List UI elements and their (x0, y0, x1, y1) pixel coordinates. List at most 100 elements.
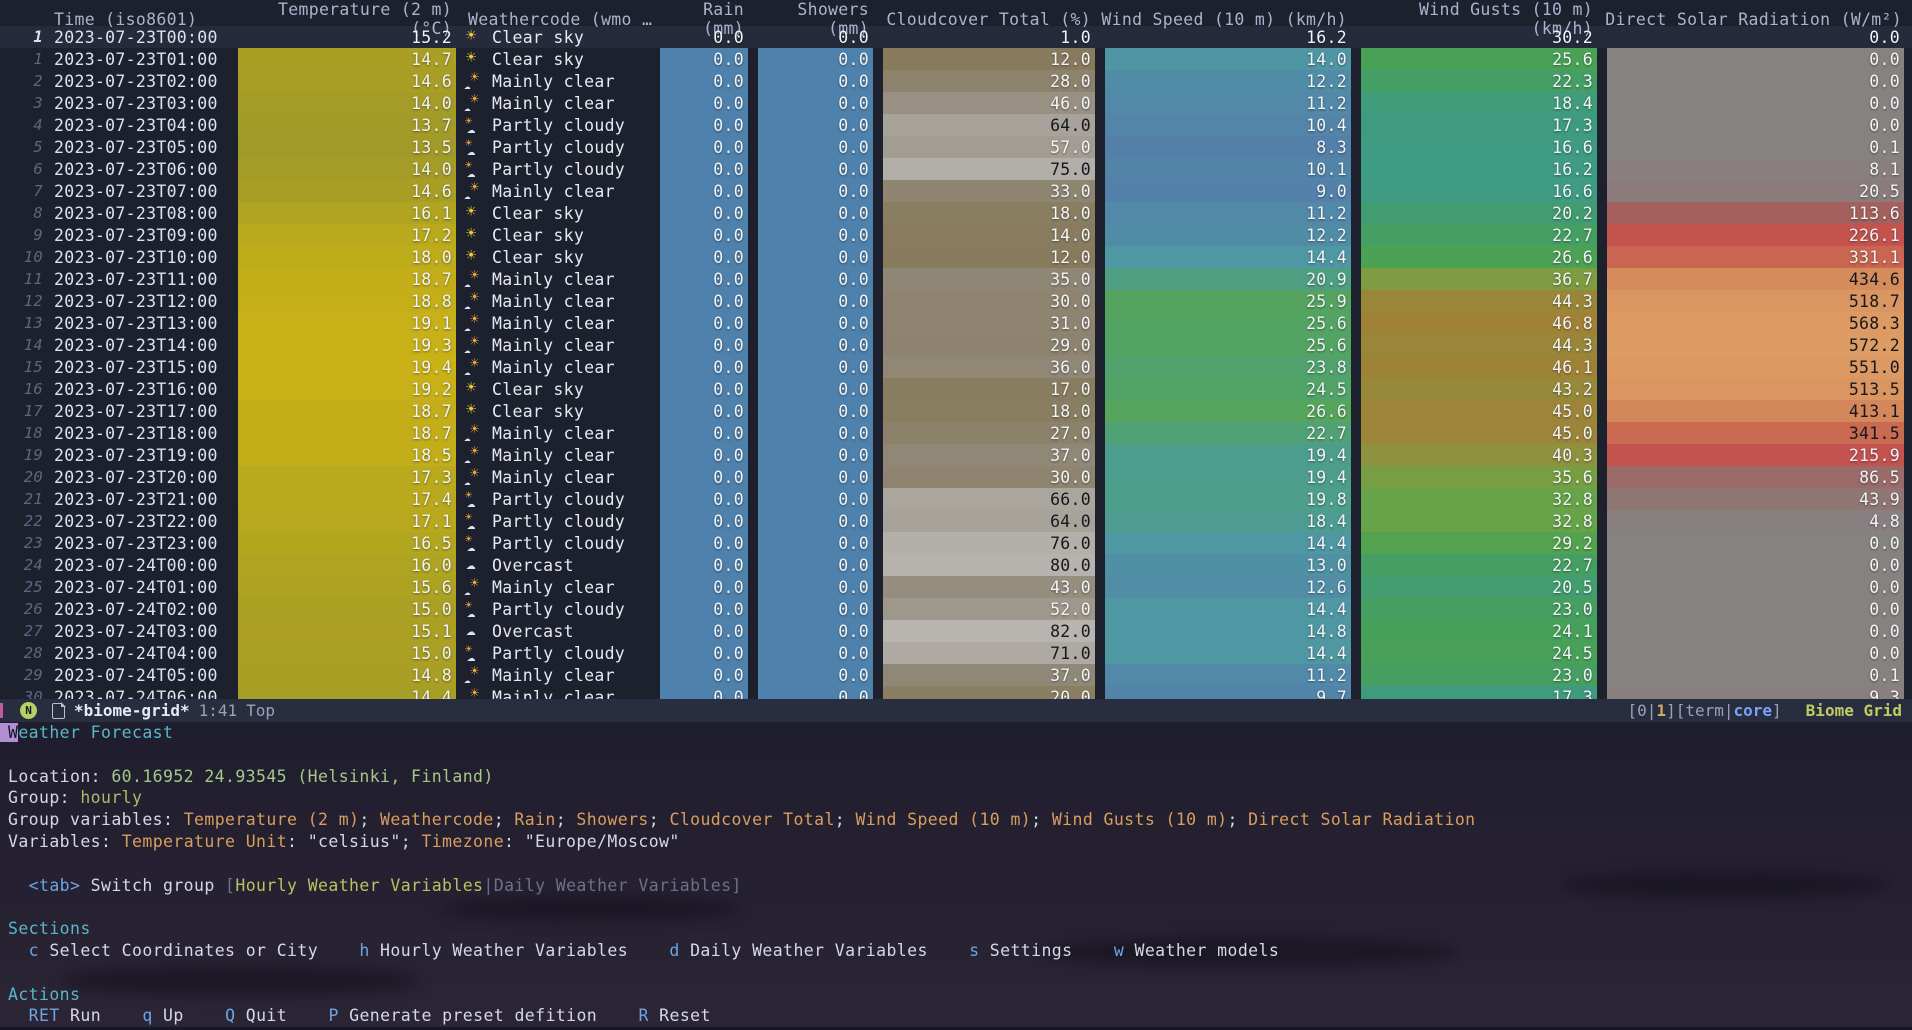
cell-temperature: 15.2 (234, 26, 462, 48)
buffer-title: eather Forecast (18, 723, 173, 742)
table-row[interactable]: 282023-07-24T04:0015.0☀☁Partly cloudy0.0… (0, 642, 1912, 664)
key-c[interactable]: c (29, 941, 39, 960)
action-up[interactable]: Up (153, 1006, 184, 1025)
table-row[interactable]: 212023-07-23T21:0017.4☀☁Partly cloudy0.0… (0, 488, 1912, 510)
key-w[interactable]: w (1114, 941, 1124, 960)
cell-showers: 0.0 (754, 312, 879, 334)
line-number: 8 (0, 202, 48, 224)
table-row[interactable]: 142023-07-23T14:0019.3☀☁Mainly clear0.00… (0, 334, 1912, 356)
line-number: 16 (0, 378, 48, 400)
cell-weathercode: ☀☁Mainly clear (462, 92, 656, 114)
table-row[interactable]: 242023-07-24T00:0016.0☁Overcast0.00.080.… (0, 554, 1912, 576)
cell-weathercode: ☀☁Mainly clear (462, 664, 656, 686)
action-quit[interactable]: Quit (235, 1006, 287, 1025)
section-daily-weather-variables[interactable]: Daily Weather Variables (680, 941, 928, 960)
key-h[interactable]: h (359, 941, 369, 960)
table-row[interactable]: 102023-07-23T10:0018.0☀Clear sky0.00.012… (0, 246, 1912, 268)
table-row[interactable]: 252023-07-24T01:0015.6☀☁Mainly clear0.00… (0, 576, 1912, 598)
action-generate-preset-defition[interactable]: Generate preset defition (339, 1006, 597, 1025)
weathercode-label: Clear sky (492, 226, 584, 245)
cell-temperature: 18.7 (234, 400, 462, 422)
key-shift-q[interactable]: Q (225, 1006, 235, 1025)
table-row[interactable]: 182023-07-23T18:0018.7☀☁Mainly clear0.00… (0, 422, 1912, 444)
cell-solar: 513.5 (1603, 378, 1912, 400)
tab-hourly-weather-variables[interactable]: Hourly Weather Variables (235, 876, 483, 895)
key-r[interactable]: R (638, 1006, 648, 1025)
table-row[interactable]: 92023-07-23T09:0017.2☀Clear sky0.00.014.… (0, 224, 1912, 246)
key-ret[interactable]: RET (29, 1006, 60, 1025)
partly-cloudy-icon: ☀☁ (464, 488, 488, 510)
cell-rain: 0.0 (656, 158, 754, 180)
cell-wind-gusts: 20.2 (1357, 202, 1603, 224)
table-row[interactable]: 12023-07-23T00:0015.2☀Clear sky0.00.01.0… (0, 26, 1912, 48)
cell-temperature: 18.7 (234, 422, 462, 444)
table-row[interactable]: 292023-07-24T05:0014.8☀☁Mainly clear0.00… (0, 664, 1912, 686)
cell-showers: 0.0 (754, 114, 879, 136)
table-row[interactable]: 172023-07-23T17:0018.7☀Clear sky0.00.018… (0, 400, 1912, 422)
scroll-position: Top (246, 701, 275, 720)
cell-time: 2023-07-24T02:00 (48, 598, 234, 620)
cell-wind-speed: 11.2 (1101, 202, 1357, 224)
mainly-clear-icon: ☀☁ (464, 290, 488, 312)
cell-showers: 0.0 (754, 356, 879, 378)
table-row[interactable]: 22023-07-23T02:0014.6☀☁Mainly clear0.00.… (0, 70, 1912, 92)
cell-solar: 568.3 (1603, 312, 1912, 334)
cell-temperature: 14.8 (234, 664, 462, 686)
line-number: 2 (0, 70, 48, 92)
buffer-line: RET Run q Up Q Quit P Generate preset de… (0, 1005, 1912, 1027)
tab-daily-weather-variables[interactable]: Daily Weather Variables (494, 876, 732, 895)
cell-weathercode: ☀☁Mainly clear (462, 686, 656, 699)
cell-wind-gusts: 23.0 (1357, 664, 1603, 686)
table-row[interactable]: 262023-07-24T02:0015.0☀☁Partly cloudy0.0… (0, 598, 1912, 620)
cell-time: 2023-07-23T08:00 (48, 202, 234, 224)
table-row[interactable]: 192023-07-23T19:0018.5☀☁Mainly clear0.00… (0, 444, 1912, 466)
cell-weathercode: ☀☁Mainly clear (462, 334, 656, 356)
table-row[interactable]: 12023-07-23T01:0014.7☀Clear sky0.00.012.… (0, 48, 1912, 70)
table-row[interactable]: 222023-07-23T22:0017.1☀☁Partly cloudy0.0… (0, 510, 1912, 532)
table-row[interactable]: 122023-07-23T12:0018.8☀☁Mainly clear0.00… (0, 290, 1912, 312)
table-row[interactable]: 62023-07-23T06:0014.0☀☁Partly cloudy0.00… (0, 158, 1912, 180)
table-row[interactable]: 32023-07-23T03:0014.0☀☁Mainly clear0.00.… (0, 92, 1912, 114)
cell-cloudcover: 12.0 (879, 48, 1101, 70)
cell-wind-gusts: 44.3 (1357, 334, 1603, 356)
cell-time: 2023-07-23T03:00 (48, 92, 234, 114)
table-row[interactable]: 52023-07-23T05:0013.5☀☁Partly cloudy0.00… (0, 136, 1912, 158)
buffer-name[interactable]: *biome-grid* (74, 701, 190, 720)
action-reset[interactable]: Reset (649, 1006, 711, 1025)
cell-solar: 0.0 (1603, 532, 1912, 554)
cell-time: 2023-07-23T22:00 (48, 510, 234, 532)
cell-temperature: 16.5 (234, 532, 462, 554)
table-row[interactable]: 112023-07-23T11:0018.7☀☁Mainly clear0.00… (0, 268, 1912, 290)
cell-time: 2023-07-23T15:00 (48, 356, 234, 378)
cell-wind-gusts: 22.7 (1357, 554, 1603, 576)
table-row[interactable]: 162023-07-23T16:0019.2☀Clear sky0.00.017… (0, 378, 1912, 400)
table-row[interactable]: 72023-07-23T07:0014.6☀☁Mainly clear0.00.… (0, 180, 1912, 202)
cell-wind-speed: 26.6 (1101, 400, 1357, 422)
cell-wind-gusts: 36.7 (1357, 268, 1603, 290)
table-row[interactable]: 202023-07-23T20:0017.3☀☁Mainly clear0.00… (0, 466, 1912, 488)
cell-time: 2023-07-23T09:00 (48, 224, 234, 246)
key-p[interactable]: P (328, 1006, 338, 1025)
cell-time: 2023-07-23T06:00 (48, 158, 234, 180)
section-select-coordinates-or-city[interactable]: Select Coordinates or City (39, 941, 318, 960)
table-row[interactable]: 302023-07-24T06:0014.4☀☁Mainly clear0.00… (0, 686, 1912, 699)
table-row[interactable]: 232023-07-23T23:0016.5☀☁Partly cloudy0.0… (0, 532, 1912, 554)
clear-sky-icon: ☀ (464, 400, 488, 422)
table-row[interactable]: 132023-07-23T13:0019.1☀☁Mainly clear0.00… (0, 312, 1912, 334)
major-mode[interactable]: Biome Grid (1806, 701, 1902, 720)
table-row[interactable]: 82023-07-23T08:0016.1☀Clear sky0.00.018.… (0, 202, 1912, 224)
key-d[interactable]: d (669, 941, 679, 960)
action-run[interactable]: Run (60, 1006, 101, 1025)
table-row[interactable]: 152023-07-23T15:0019.4☀☁Mainly clear0.00… (0, 356, 1912, 378)
table-row[interactable]: 272023-07-24T03:0015.1☁Overcast0.00.082.… (0, 620, 1912, 642)
section-weather-models[interactable]: Weather models (1124, 941, 1279, 960)
cell-cloudcover: 46.0 (879, 92, 1101, 114)
cell-weathercode: ☀☁Mainly clear (462, 312, 656, 334)
section-settings[interactable]: Settings (979, 941, 1072, 960)
key-q[interactable]: q (142, 1006, 152, 1025)
table-row[interactable]: 42023-07-23T04:0013.7☀☁Partly cloudy0.00… (0, 114, 1912, 136)
key-s[interactable]: s (969, 941, 979, 960)
cell-showers: 0.0 (754, 158, 879, 180)
section-hourly-weather-variables[interactable]: Hourly Weather Variables (370, 941, 628, 960)
cell-cloudcover: 64.0 (879, 510, 1101, 532)
